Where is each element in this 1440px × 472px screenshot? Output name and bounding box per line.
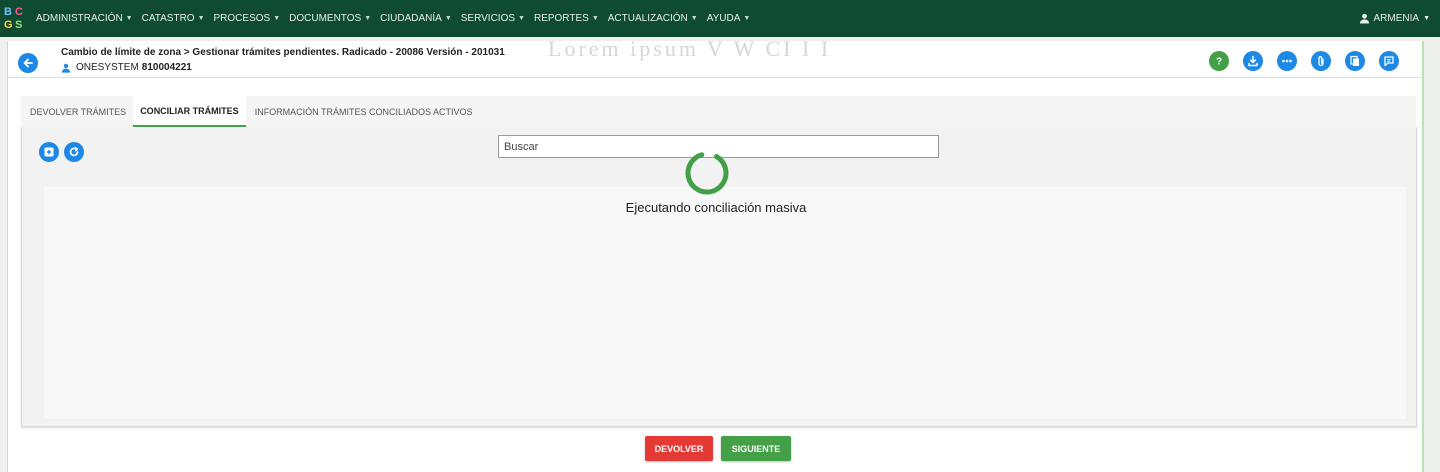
more-button[interactable] (1277, 51, 1297, 71)
svg-text:?: ? (1216, 57, 1222, 68)
menu-label: AYUDA (706, 13, 741, 24)
user-menu[interactable]: ARMENIA ▼ (1359, 0, 1430, 37)
help-button[interactable]: ? (1209, 51, 1229, 71)
documents-icon (1350, 55, 1359, 66)
menu-label: SERVICIOS (460, 13, 516, 24)
menu-actualizacion[interactable]: ACTUALIZACIÓN ▼ (608, 13, 698, 24)
comment-icon (1384, 56, 1394, 67)
loading-message: Ejecutando conciliación masiva (625, 200, 807, 215)
refresh-icon (69, 146, 79, 157)
table-area (44, 187, 1406, 419)
caret-down-icon: ▼ (125, 15, 133, 22)
logo-letter: C (15, 5, 23, 18)
more-icon (1282, 59, 1292, 63)
menu-label: PROCESOS (213, 13, 271, 24)
loading-spinner-icon (685, 151, 729, 195)
arrow-left-icon (23, 58, 33, 68)
menu-label: REPORTES (533, 13, 589, 24)
menu-label: CIUDADANÍA (380, 13, 442, 24)
menu-documentos[interactable]: DOCUMENTOS ▼ (289, 13, 371, 24)
menu-ayuda[interactable]: AYUDA ▼ (707, 13, 751, 24)
main-menu: ADMINISTRACIÓN ▼ CATASTRO ▼ PROCESOS ▼ DOCU… (36, 13, 759, 24)
add-button[interactable] (39, 142, 59, 162)
menu-ciudadania[interactable]: CIUDADANÍA ▼ (380, 13, 452, 24)
devolver-button[interactable]: DEVOLVER (645, 436, 713, 461)
tab-bar: DEVOLVER TRÁMITES CONCILIAR TRÁMITES INF… (21, 96, 1416, 127)
owner-name: ONESYSTEM (76, 62, 139, 73)
menu-label: ACTUALIZACIÓN (607, 13, 688, 24)
watermark: Lorem ipsum V W CI I I (548, 36, 832, 61)
main-panel: Lorem ipsum V W CI I I Cambio de límite … (7, 36, 1424, 472)
comment-button[interactable] (1379, 51, 1399, 71)
logo-letter: B (4, 5, 12, 18)
download-icon (1248, 55, 1258, 67)
menu-label: DOCUMENTOS (289, 13, 362, 24)
refresh-button[interactable] (64, 142, 84, 162)
caret-down-icon: ▼ (273, 15, 281, 22)
caret-down-icon: ▼ (364, 15, 372, 22)
caret-down-icon: ▼ (197, 15, 205, 22)
siguiente-button[interactable]: SIGUIENTE (721, 436, 791, 461)
logo-letter: G (4, 18, 13, 31)
menu-catastro[interactable]: CATASTRO ▼ (142, 13, 205, 24)
user-name: ARMENIA (1373, 13, 1420, 24)
caret-down-icon: ▼ (444, 15, 452, 22)
user-icon (61, 63, 71, 73)
documents-button[interactable] (1345, 51, 1365, 71)
tab-conciliar-tramites[interactable]: CONCILIAR TRÁMITES (133, 96, 246, 127)
footer-buttons: DEVOLVER SIGUIENTE (8, 436, 1428, 461)
back-button[interactable] (18, 53, 38, 73)
caret-down-icon: ▼ (690, 15, 698, 22)
caret-down-icon: ▼ (743, 15, 751, 22)
caret-down-icon: ▼ (1423, 15, 1430, 22)
page-subtitle: ONESYSTEM 810004221 (61, 62, 192, 73)
tab-informacion-tramites-conciliados[interactable]: INFORMACIÓN TRÁMITES CONCILIADOS ACTIVOS (251, 96, 477, 127)
user-icon (1359, 13, 1369, 24)
owner-code: 810004221 (141, 62, 192, 73)
menu-procesos[interactable]: PROCESOS ▼ (214, 13, 281, 24)
caret-down-icon: ▼ (518, 15, 525, 22)
header-actions: ? (1195, 51, 1399, 71)
help-icon: ? (1216, 57, 1222, 68)
add-box-icon (44, 147, 54, 157)
menu-label: ADMINISTRACIÓN (36, 13, 123, 24)
attach-button[interactable] (1311, 51, 1331, 71)
menu-label: CATASTRO (141, 13, 195, 24)
menu-administracion[interactable]: ADMINISTRACIÓN ▼ (36, 13, 133, 24)
caret-down-icon: ▼ (591, 15, 599, 22)
page-title: Cambio de límite de zona > Gestionar trá… (61, 47, 505, 58)
download-button[interactable] (1243, 51, 1263, 71)
page-header: Lorem ipsum V W CI I I Cambio de límite … (8, 36, 1422, 78)
attach-icon (1318, 56, 1324, 67)
menu-servicios[interactable]: SERVICIOS ▼ (461, 13, 525, 24)
tab-devolver-tramites[interactable]: DEVOLVER TRÁMITES (26, 96, 130, 127)
logo-letter: S (15, 18, 23, 31)
app-logo[interactable]: B C G S (4, 6, 26, 32)
top-navbar: B C G S ADMINISTRACIÓN ▼ CATASTRO ▼ PROCES… (0, 0, 1440, 37)
menu-reportes[interactable]: REPORTES ▼ (534, 13, 599, 24)
